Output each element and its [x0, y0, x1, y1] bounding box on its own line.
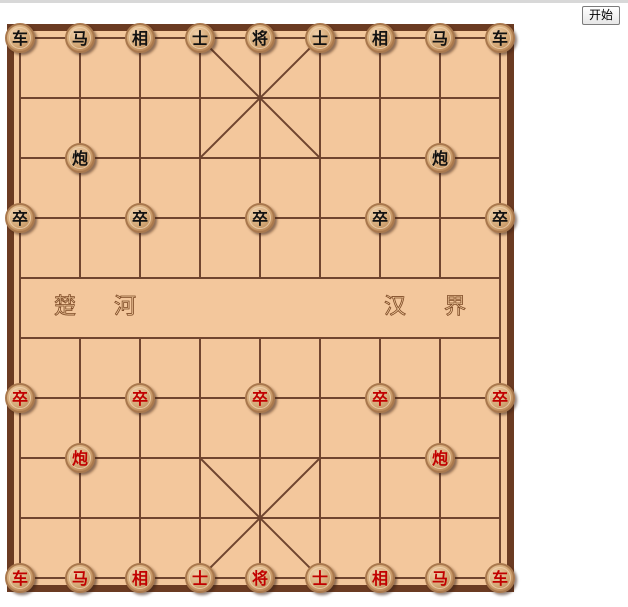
black-piece-black-rook-left[interactable]: 车	[5, 23, 35, 53]
red-piece-red-advisor-left[interactable]: 士	[185, 563, 215, 593]
red-piece-red-elephant-left[interactable]: 相	[125, 563, 155, 593]
red-piece-red-rook-left[interactable]: 车	[5, 563, 35, 593]
black-piece-black-soldier-2[interactable]: 卒	[125, 203, 155, 233]
black-piece-black-cannon-left[interactable]: 炮	[65, 143, 95, 173]
river-right-character-2: 界	[444, 295, 466, 320]
black-piece-black-horse-left[interactable]: 马	[65, 23, 95, 53]
piece-disc	[65, 143, 95, 173]
piece-disc	[65, 23, 95, 53]
black-piece-black-soldier-5[interactable]: 卒	[485, 203, 515, 233]
piece-disc	[5, 23, 35, 53]
river-left-character-1: 楚	[54, 295, 76, 320]
piece-disc	[365, 563, 395, 593]
black-piece-black-soldier-1[interactable]: 卒	[5, 203, 35, 233]
red-piece-red-elephant-right[interactable]: 相	[365, 563, 395, 593]
piece-disc	[305, 563, 335, 593]
piece-disc	[245, 563, 275, 593]
red-piece-red-rook-right[interactable]: 车	[485, 563, 515, 593]
piece-disc	[5, 383, 35, 413]
piece-disc	[5, 203, 35, 233]
piece-disc	[65, 563, 95, 593]
piece-disc	[365, 383, 395, 413]
red-piece-red-cannon-right[interactable]: 炮	[425, 443, 455, 473]
black-piece-black-cannon-right[interactable]: 炮	[425, 143, 455, 173]
black-piece-black-general[interactable]: 将	[245, 23, 275, 53]
piece-disc	[125, 383, 155, 413]
piece-disc	[425, 143, 455, 173]
red-piece-red-horse-right[interactable]: 马	[425, 563, 455, 593]
river-left-character-2: 河	[114, 295, 136, 320]
piece-disc	[365, 203, 395, 233]
piece-disc	[245, 203, 275, 233]
red-piece-red-soldier-4[interactable]: 卒	[365, 383, 395, 413]
red-piece-red-soldier-3[interactable]: 卒	[245, 383, 275, 413]
piece-disc	[125, 563, 155, 593]
black-piece-black-elephant-left[interactable]: 相	[125, 23, 155, 53]
piece-disc	[425, 23, 455, 53]
piece-disc	[125, 23, 155, 53]
black-piece-black-soldier-4[interactable]: 卒	[365, 203, 395, 233]
red-piece-red-advisor-right[interactable]: 士	[305, 563, 335, 593]
piece-disc	[425, 563, 455, 593]
piece-disc	[485, 203, 515, 233]
piece-disc	[125, 203, 155, 233]
red-piece-red-cannon-left[interactable]: 炮	[65, 443, 95, 473]
black-piece-black-soldier-3[interactable]: 卒	[245, 203, 275, 233]
black-piece-black-advisor-right[interactable]: 士	[305, 23, 335, 53]
red-piece-red-soldier-5[interactable]: 卒	[485, 383, 515, 413]
piece-disc	[485, 23, 515, 53]
black-piece-black-rook-right[interactable]: 车	[485, 23, 515, 53]
river-right-character-1: 汉	[384, 295, 406, 320]
xiangqi-board: 楚 河 汉 界 车马相士将士相马车炮 炮卒卒卒卒卒卒卒卒卒卒炮 炮车马相士将士相马车	[5, 23, 515, 593]
black-piece-black-elephant-right[interactable]: 相	[365, 23, 395, 53]
piece-disc	[245, 383, 275, 413]
piece-disc	[365, 23, 395, 53]
red-piece-red-soldier-2[interactable]: 卒	[125, 383, 155, 413]
piece-disc	[245, 23, 275, 53]
black-piece-black-advisor-left[interactable]: 士	[185, 23, 215, 53]
red-piece-red-horse-left[interactable]: 马	[65, 563, 95, 593]
piece-disc	[185, 563, 215, 593]
red-piece-red-general[interactable]: 将	[245, 563, 275, 593]
black-piece-black-horse-right[interactable]: 马	[425, 23, 455, 53]
piece-disc	[425, 443, 455, 473]
piece-disc	[185, 23, 215, 53]
piece-disc	[5, 563, 35, 593]
xiangqi-board-area: 楚 河 汉 界 车马相士将士相马车炮炮卒卒卒卒卒卒卒卒卒卒炮炮车马相士将士相马车	[0, 0, 628, 607]
piece-disc	[485, 383, 515, 413]
piece-disc	[305, 23, 335, 53]
piece-disc	[65, 443, 95, 473]
red-piece-red-soldier-1[interactable]: 卒	[5, 383, 35, 413]
piece-disc	[485, 563, 515, 593]
xiangqi-game-page: 开始 楚 河 汉 界 车马相士将士相马车 炮 炮 卒 卒 卒 卒 卒 卒 卒 卒…	[0, 0, 628, 607]
